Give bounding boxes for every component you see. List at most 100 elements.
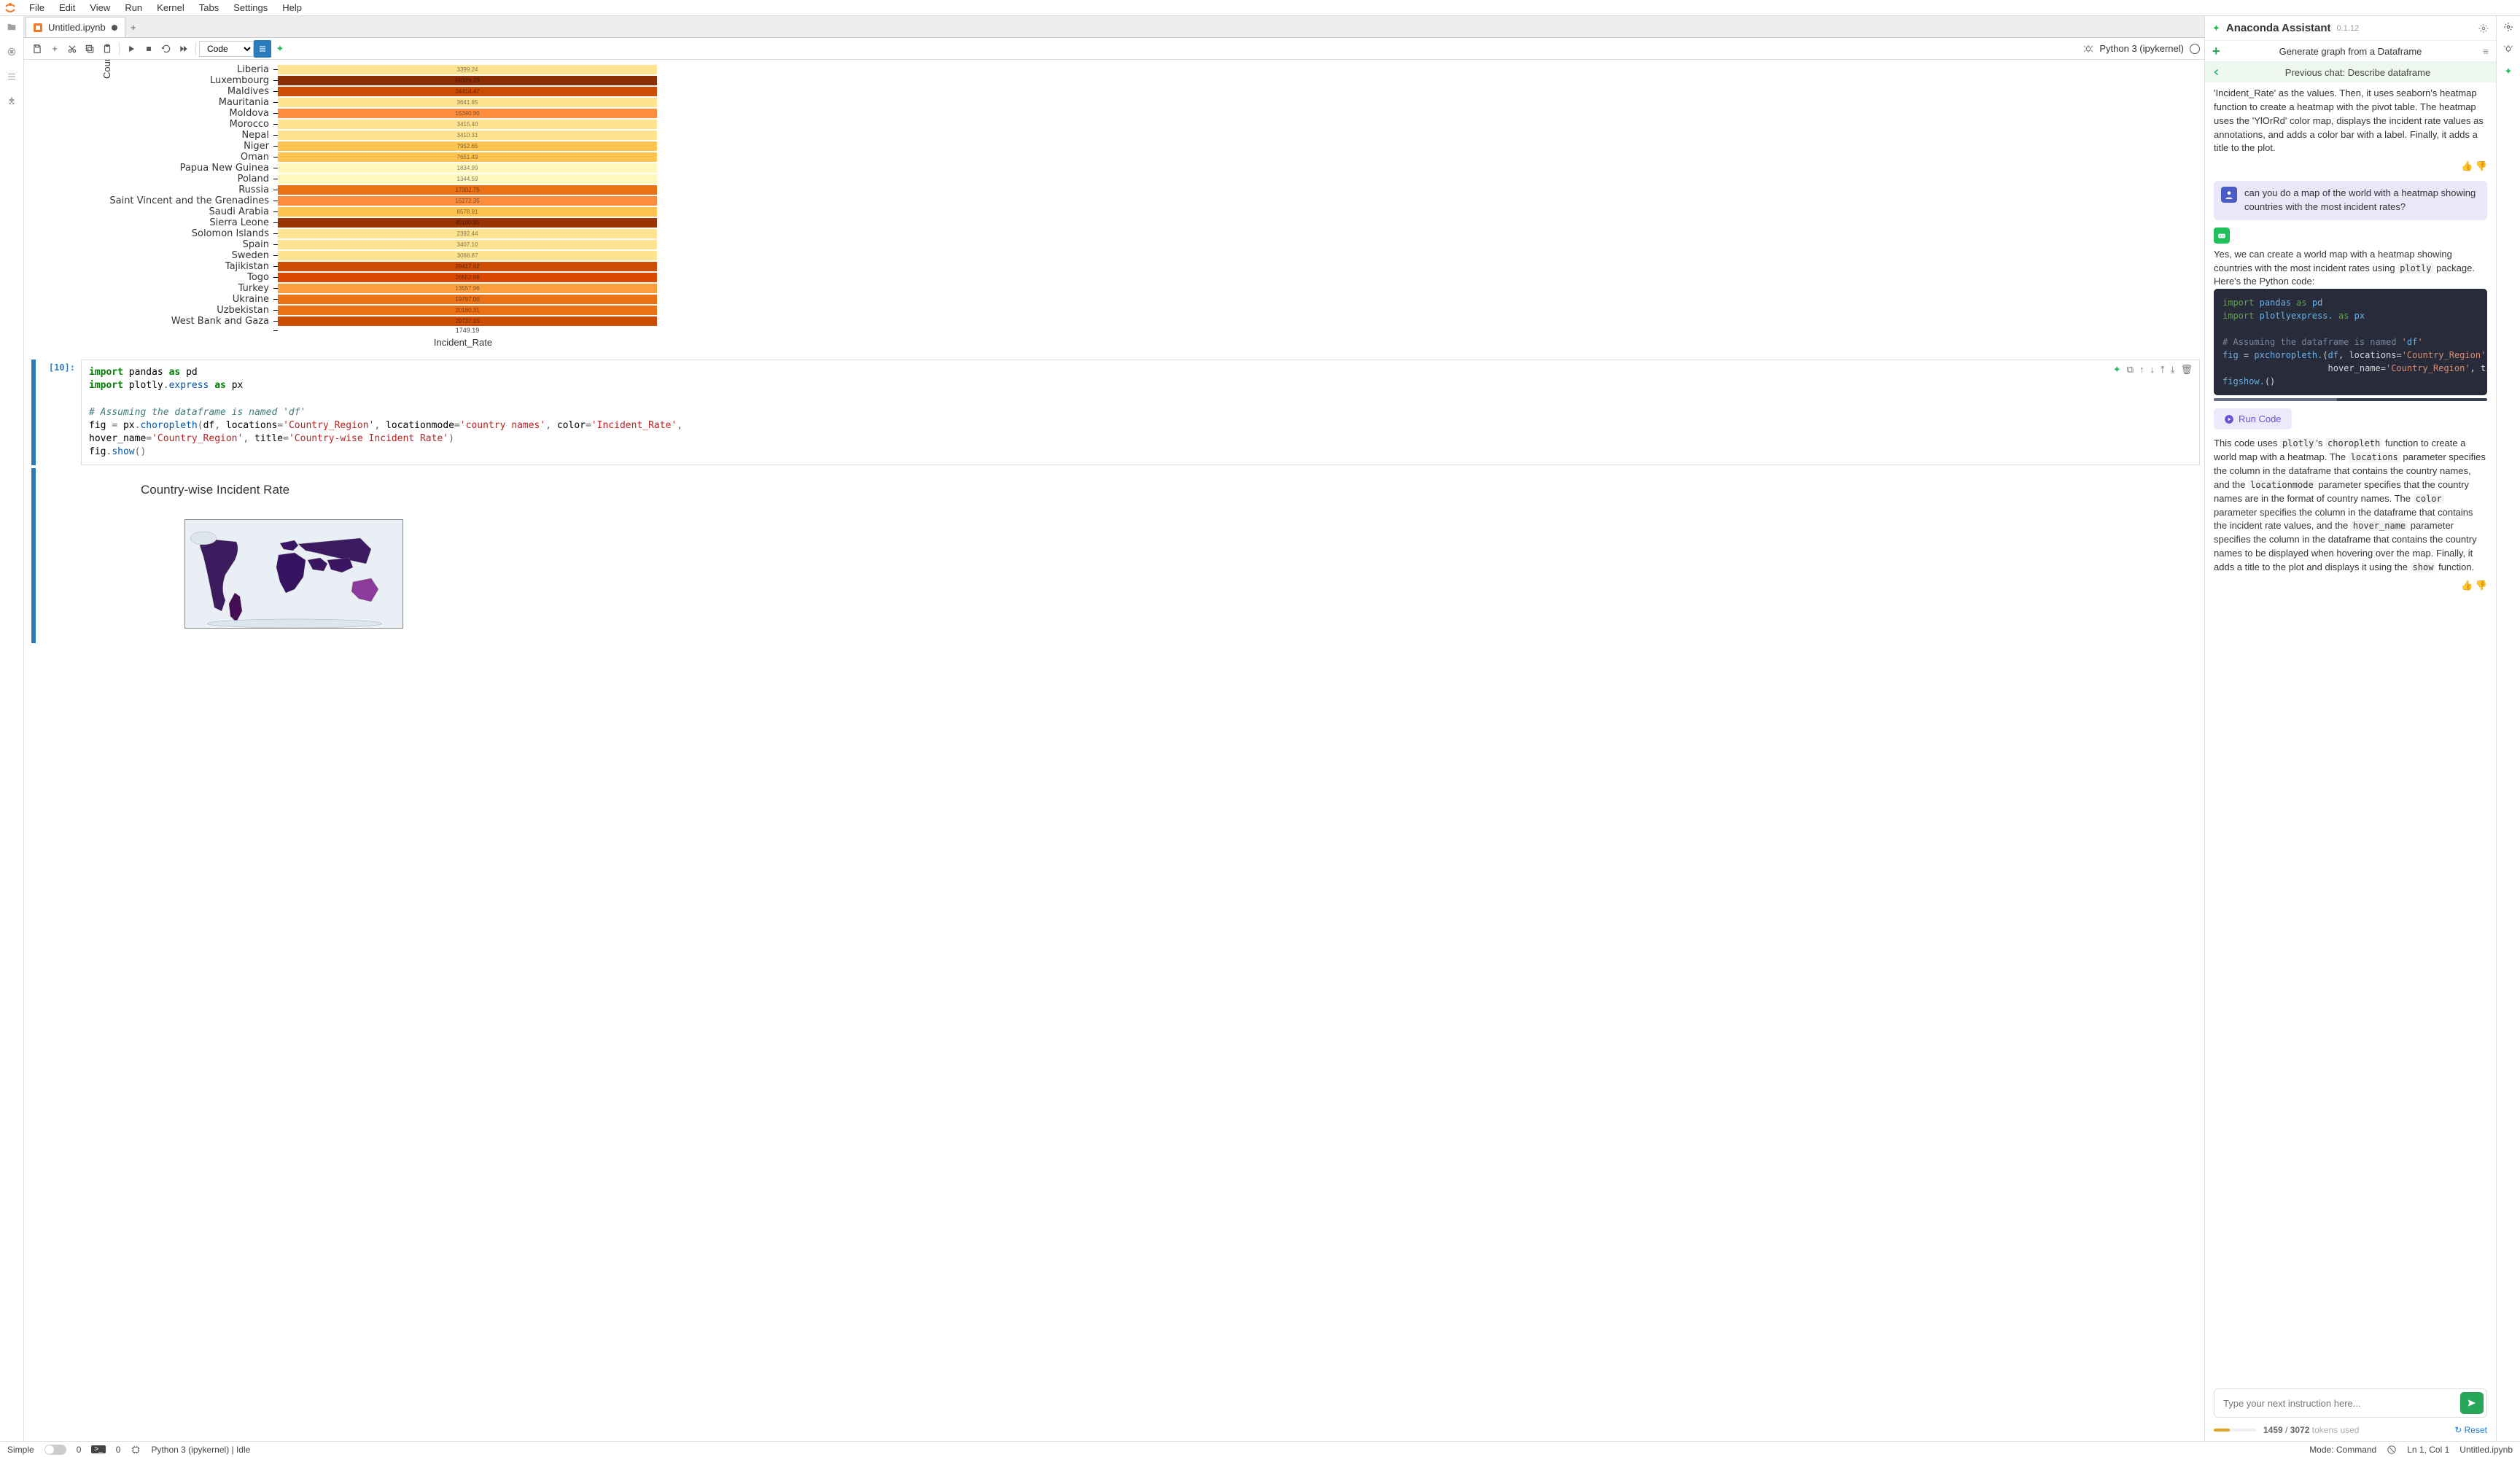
status-count1: 0 — [77, 1445, 82, 1455]
folder-icon[interactable] — [7, 22, 17, 32]
menu-kernel[interactable]: Kernel — [149, 1, 192, 15]
assistant-panel: ✦ Anaconda Assistant 0.1.12 + Generate g… — [2204, 16, 2496, 1441]
move-down-icon[interactable]: ↓ — [2150, 364, 2155, 376]
delete-cell-icon[interactable]: 🗑 — [2180, 364, 2193, 376]
cell-prompt: [10]: — [37, 360, 81, 465]
new-chat-icon[interactable]: + — [2212, 44, 2220, 59]
heatmap-row: Liberia3399.24 — [62, 64, 2200, 75]
heatmap-xlabel: Incident_Rate — [273, 337, 653, 348]
insert-below-icon[interactable]: ⤓ — [2171, 364, 2175, 376]
menu-run[interactable]: Run — [117, 1, 149, 15]
tab-untitled[interactable]: Untitled.ipynb — [26, 17, 125, 37]
gear-icon[interactable] — [2478, 23, 2489, 34]
menu-tabs[interactable]: Tabs — [192, 1, 226, 15]
ai-sparkle-icon[interactable]: ✦ — [271, 40, 289, 58]
thumbs-down-icon[interactable]: 👎 — [2476, 160, 2487, 171]
heatmap-row: Oman7651.49 — [62, 152, 2200, 163]
property-inspector-icon[interactable] — [2503, 22, 2513, 32]
paste-icon[interactable] — [98, 40, 116, 58]
menu-view[interactable]: View — [82, 1, 117, 15]
assistant-input[interactable] — [2223, 1398, 2460, 1409]
heatmap-row: Solomon Islands2392.44 — [62, 228, 2200, 239]
terminal-badge-icon[interactable]: >_ — [91, 1445, 105, 1453]
tab-title: Untitled.ipynb — [48, 22, 106, 33]
menubar: FileEditViewRunKernelTabsSettingsHelp — [0, 0, 2520, 16]
run-code-row: Run Code — [2214, 408, 2487, 430]
tab-add-button[interactable]: + — [125, 17, 141, 37]
restart-icon[interactable] — [158, 40, 175, 58]
status-filename[interactable]: Untitled.ipynb — [2459, 1445, 2513, 1455]
heatmap-row: Ukraine19797.00 — [62, 294, 2200, 305]
code-scrollbar[interactable] — [2214, 398, 2487, 401]
cell-editor[interactable]: import pandas as pdimport plotly.express… — [81, 360, 2200, 465]
heatmap-row: Niger7952.65 — [62, 141, 2200, 152]
kernel-name[interactable]: Python 3 (ipykernel) — [2099, 43, 2184, 54]
status-mode: Mode: Command — [2309, 1445, 2376, 1455]
bot-avatar-icon — [2214, 228, 2230, 244]
duplicate-icon[interactable]: ⧉ — [2127, 364, 2134, 376]
status-count2: 0 — [116, 1445, 121, 1455]
assistant-subheader: + Generate graph from a Dataframe ≡ — [2205, 40, 2496, 62]
menu-file[interactable]: File — [22, 1, 52, 15]
save-icon[interactable] — [28, 40, 46, 58]
chat-title: Generate graph from a Dataframe — [2279, 46, 2422, 57]
insert-above-icon[interactable]: ⤒ — [2161, 364, 2165, 376]
feedback-row: 👍 👎 — [2214, 160, 2487, 174]
code-cell-10[interactable]: [10]: import pandas as pdimport plotly.e… — [31, 360, 2200, 465]
jupyter-logo — [4, 2, 16, 14]
send-icon[interactable] — [2460, 1392, 2484, 1414]
heatmap-row: Sweden3068.87 — [62, 250, 2200, 261]
menu-edit[interactable]: Edit — [52, 1, 82, 15]
menu-icon[interactable]: ≡ — [2483, 46, 2489, 57]
assistant-body[interactable]: 'Incident_Rate' as the values. Then, it … — [2205, 82, 2496, 1380]
assistant-message-text: 'Incident_Rate' as the values. Then, it … — [2214, 87, 2487, 155]
notebook-panel: Untitled.ipynb + + Code ✦ Python 3 (ipyk… — [24, 16, 2204, 1441]
assistant-side-icon[interactable]: ✦ — [2505, 66, 2513, 77]
main-area: Untitled.ipynb + + Code ✦ Python 3 (ipyk… — [0, 16, 2520, 1441]
ai-assist-icon[interactable]: ✦ — [2113, 364, 2121, 376]
status-kernel[interactable]: Python 3 (ipykernel) | Idle — [151, 1445, 250, 1455]
heatmap-row: Nepal3410.31 — [62, 130, 2200, 141]
right-activity-bar: ✦ — [2496, 16, 2520, 1441]
heatmap-row: Sierra Leone49100.86 — [62, 217, 2200, 228]
debugger-side-icon[interactable] — [2503, 44, 2513, 54]
assistant-version: 0.1.12 — [2337, 24, 2360, 33]
notification-icon[interactable] — [2387, 1445, 2397, 1455]
reset-link[interactable]: ↻ Reset — [2454, 1425, 2487, 1435]
menu-settings[interactable]: Settings — [226, 1, 275, 15]
assistant-code-block[interactable]: import pandas as pd import plotlyexpress… — [2214, 289, 2487, 395]
render-icon[interactable] — [254, 40, 271, 58]
chip-icon[interactable] — [131, 1445, 141, 1455]
choropleth-map[interactable] — [184, 519, 403, 629]
menu-help[interactable]: Help — [275, 1, 309, 15]
user-message: can you do a map of the world with a hea… — [2214, 181, 2487, 220]
previous-chat-banner[interactable]: Previous chat: Describe dataframe — [2205, 62, 2496, 82]
status-simple[interactable]: Simple — [7, 1445, 34, 1455]
stop-icon[interactable] — [140, 40, 158, 58]
thumbs-up-icon[interactable]: 👍 — [2461, 160, 2473, 171]
toc-icon[interactable] — [7, 71, 17, 82]
heatmap-row: Saint Vincent and the Grenadines15272.35 — [62, 195, 2200, 206]
simple-toggle[interactable] — [44, 1445, 66, 1455]
heatmap-row: West Bank and Gaza29737.15 — [62, 316, 2200, 327]
debugger-icon[interactable] — [2083, 44, 2093, 54]
copy-icon[interactable] — [81, 40, 98, 58]
status-ln-col[interactable]: Ln 1, Col 1 — [2407, 1445, 2449, 1455]
fast-forward-icon[interactable] — [175, 40, 192, 58]
notebook-scroll[interactable]: Country_ Liberia3399.24Luxembourg59329.2… — [24, 60, 2204, 1441]
run-code-button[interactable]: Run Code — [2214, 408, 2292, 430]
cut-icon[interactable] — [63, 40, 81, 58]
running-icon[interactable] — [7, 47, 17, 57]
move-up-icon[interactable]: ↑ — [2139, 364, 2144, 376]
heatmap-row: Morocco3415.40 — [62, 119, 2200, 130]
heatmap-row: Togo26552.66 — [62, 272, 2200, 283]
run-icon[interactable] — [122, 40, 140, 58]
cell-actions: ✦ ⧉ ↑ ↓ ⤒ ⤓ 🗑 — [2113, 364, 2193, 376]
sparkle-icon: ✦ — [2212, 23, 2220, 34]
thumbs-up-icon[interactable]: 👍 — [2461, 580, 2473, 591]
extension-icon[interactable] — [7, 96, 17, 106]
add-cell-icon[interactable]: + — [46, 40, 63, 58]
heatmap-row: Spain3407.10 — [62, 239, 2200, 250]
cell-type-select[interactable]: Code — [199, 41, 254, 57]
thumbs-down-icon[interactable]: 👎 — [2476, 580, 2487, 591]
